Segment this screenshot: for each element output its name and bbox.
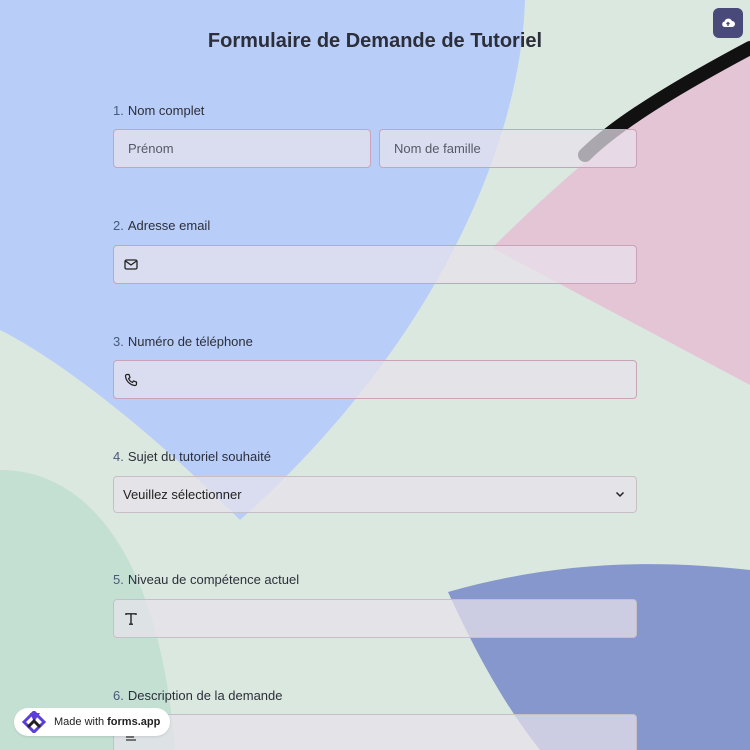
first-name-input[interactable]: Prénom	[113, 129, 371, 168]
upload-button[interactable]	[713, 8, 743, 38]
skill-level-input[interactable]	[113, 599, 637, 638]
question-text: Description de la demande	[127, 688, 283, 703]
question-5-label: 5. Niveau de compétence actuel	[113, 572, 299, 587]
question-text: Numéro de téléphone	[127, 334, 253, 349]
question-2-label: 2. Adresse email	[113, 218, 210, 233]
phone-input[interactable]	[113, 360, 637, 399]
question-4-label: 4. Sujet du tutoriel souhaité	[113, 449, 271, 464]
question-number: 4.	[113, 449, 124, 464]
last-name-placeholder: Nom de famille	[394, 141, 481, 156]
question-6-label: 6. Description de la demande	[113, 688, 283, 703]
question-number: 5.	[113, 572, 124, 587]
mail-icon	[123, 257, 139, 273]
email-input[interactable]	[113, 245, 637, 284]
chevron-down-icon	[614, 488, 626, 503]
question-text: Sujet du tutoriel souhaité	[127, 449, 271, 464]
last-name-input[interactable]: Nom de famille	[379, 129, 637, 168]
description-textarea[interactable]	[113, 714, 637, 750]
text-icon	[123, 611, 139, 627]
made-with-badge[interactable]: Made with forms.app	[14, 708, 170, 736]
question-text: Adresse email	[127, 218, 211, 233]
badge-brand: forms.app	[107, 716, 161, 728]
question-number: 1.	[113, 103, 124, 118]
form-page: Formulaire de Demande de Tutoriel 1. Nom …	[0, 0, 750, 750]
question-text: Niveau de compétence actuel	[127, 572, 300, 587]
first-name-placeholder: Prénom	[128, 141, 174, 156]
question-number: 2.	[113, 218, 124, 233]
question-3-label: 3. Numéro de téléphone	[113, 334, 253, 349]
phone-icon	[123, 372, 139, 388]
topic-select[interactable]: Veuillez sélectionner	[113, 476, 637, 513]
form-title: Formulaire de Demande de Tutoriel	[207, 30, 543, 52]
question-number: 3.	[113, 334, 124, 349]
cloud-upload-icon	[722, 18, 735, 27]
badge-prefix: Made with	[54, 716, 105, 728]
forms-app-logo-icon	[21, 711, 47, 733]
question-number: 6.	[113, 688, 124, 703]
question-1-label: 1. Nom complet	[113, 103, 204, 118]
topic-selected-value: Veuillez sélectionner	[123, 487, 242, 502]
question-text: Nom complet	[127, 103, 205, 118]
